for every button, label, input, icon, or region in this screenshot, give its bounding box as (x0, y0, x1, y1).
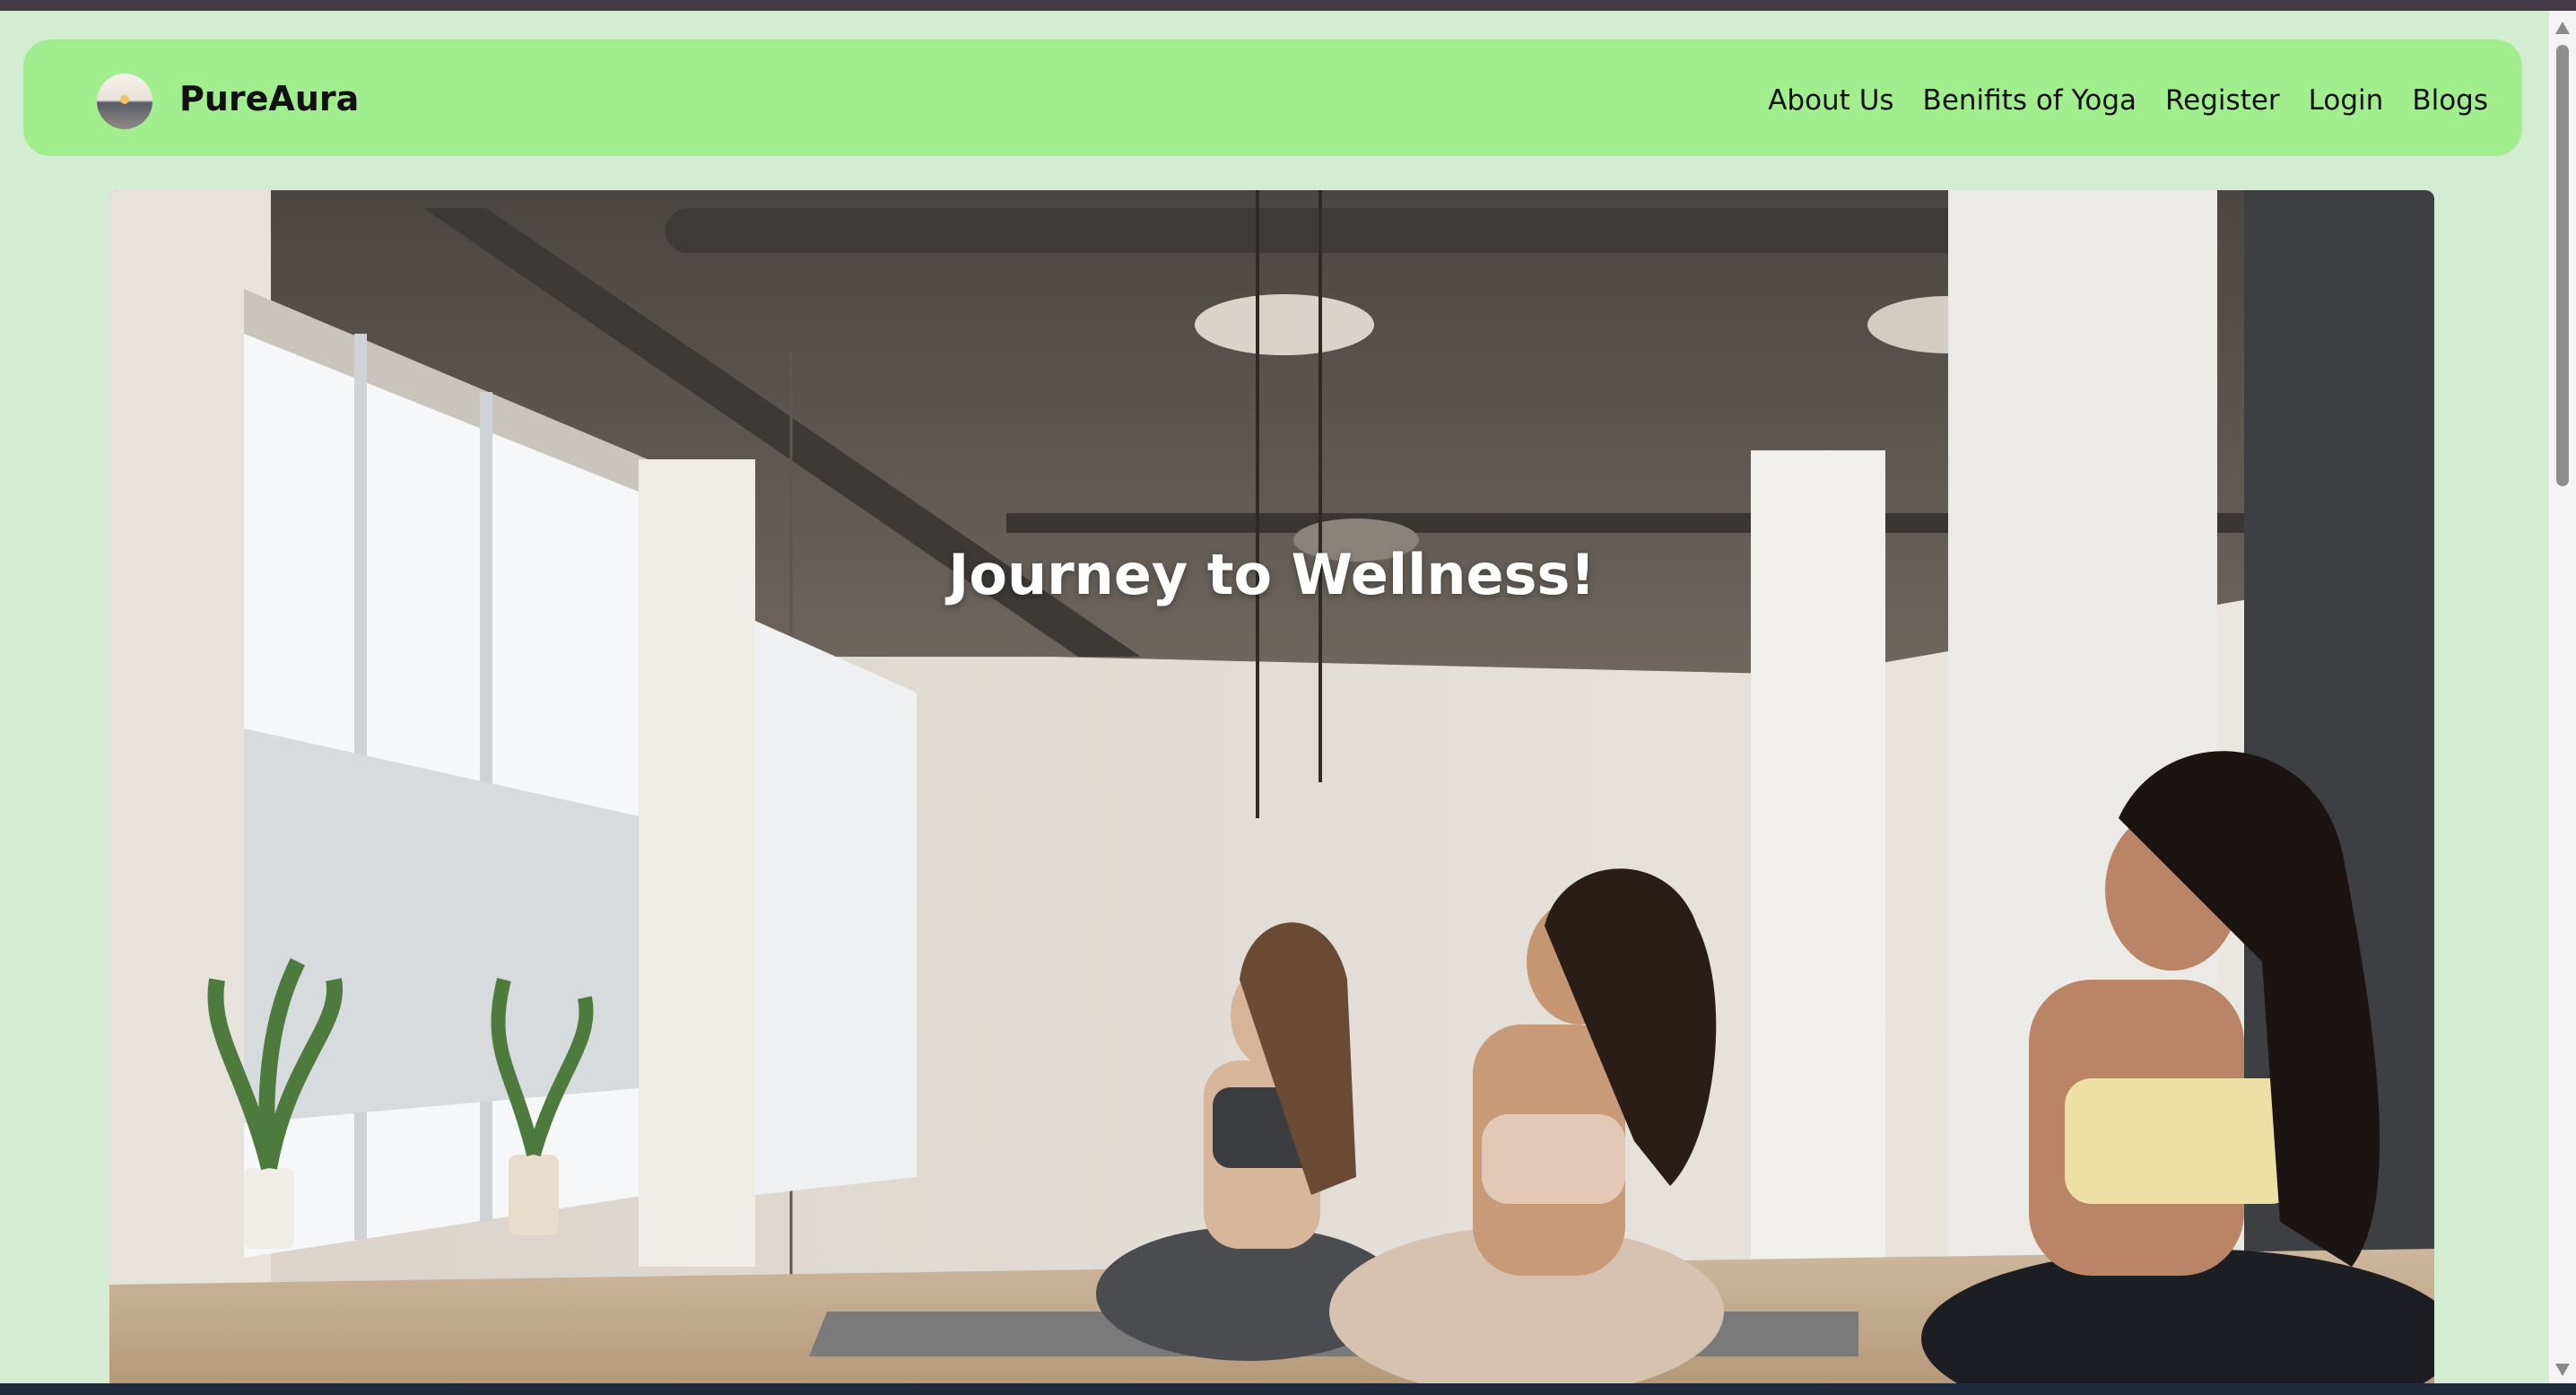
nav-links: About Us Benifits of Yoga Register Login… (1768, 74, 2488, 127)
sun-icon (120, 95, 129, 104)
vertical-scrollbar[interactable] (2549, 11, 2576, 1383)
yoga-class-photo (109, 190, 2434, 1383)
browser-top-bar (0, 0, 2576, 11)
hero-title: Journey to Wellness! (948, 542, 1596, 607)
browser-bottom-bar (0, 1383, 2576, 1395)
brand-name[interactable]: PureAura (179, 74, 359, 124)
scroll-up-arrow-icon[interactable] (2555, 22, 2570, 34)
nav-about-us-link[interactable]: About Us (1768, 84, 1893, 117)
nav-benefits-of-yoga-link[interactable]: Benifits of Yoga (1923, 84, 2137, 117)
navbar: PureAura About Us Benifits of Yoga Regis… (23, 39, 2522, 156)
scroll-down-arrow-icon[interactable] (2555, 1364, 2570, 1376)
nav-login-link[interactable]: Login (2309, 84, 2384, 117)
nav-blogs-link[interactable]: Blogs (2412, 84, 2488, 117)
scroll-thumb[interactable] (2556, 45, 2569, 486)
hero-banner: Journey to Wellness! (109, 190, 2434, 1383)
nav-register-link[interactable]: Register (2165, 84, 2280, 117)
sunset-logo-icon[interactable] (97, 74, 152, 129)
